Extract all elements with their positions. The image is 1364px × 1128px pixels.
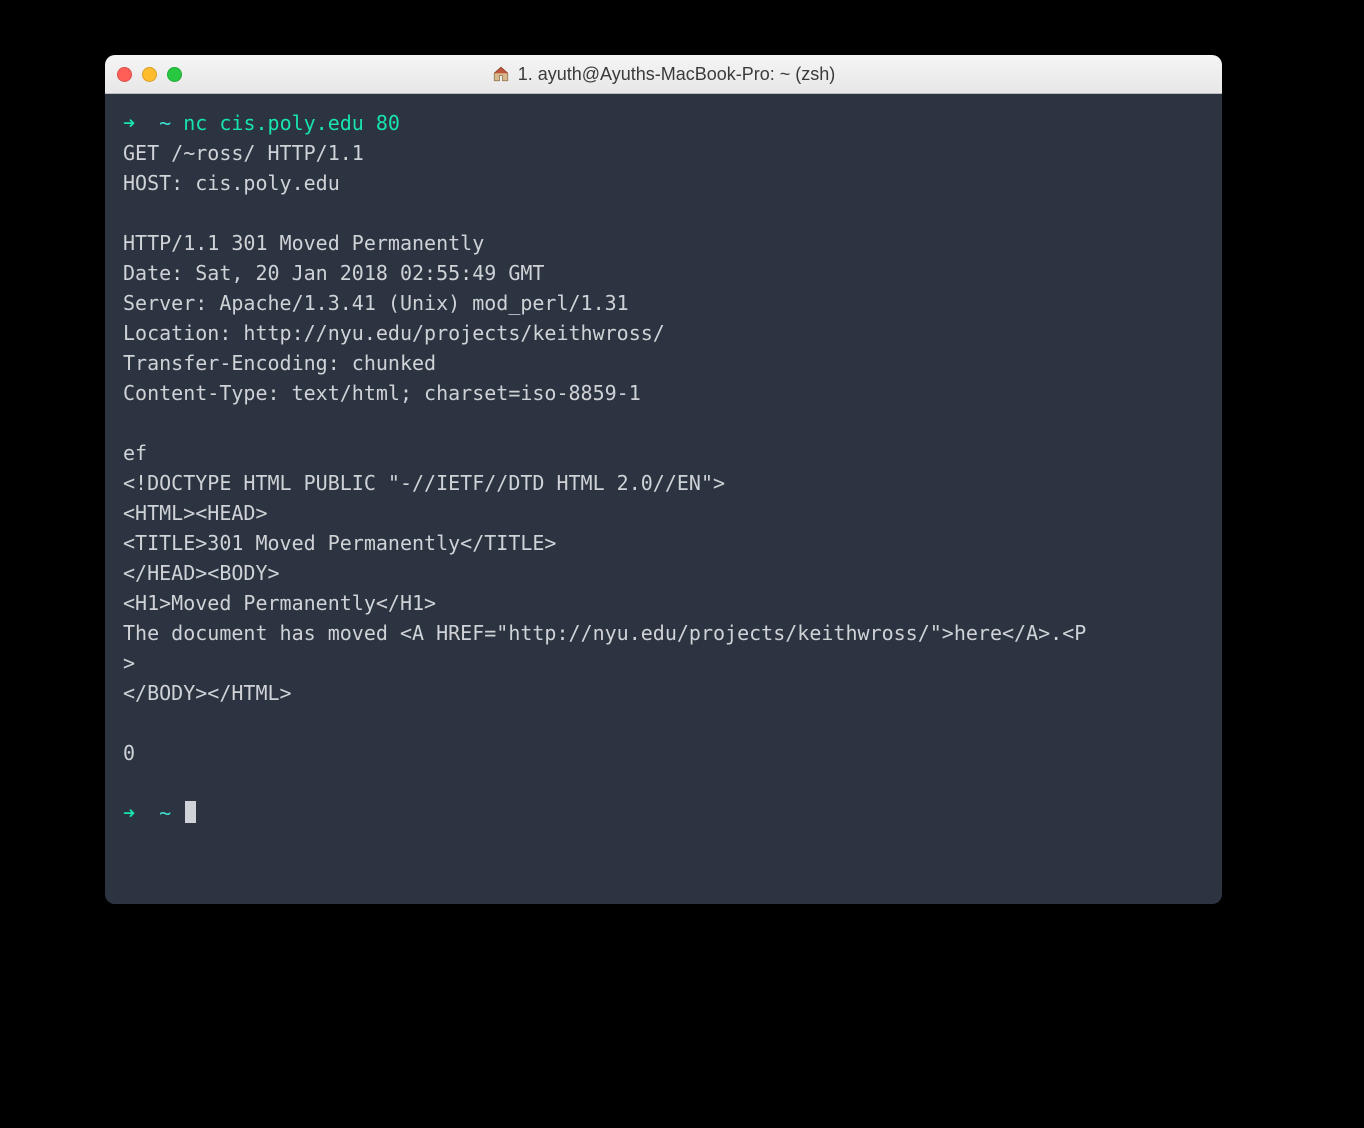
output-line: Server: Apache/1.3.41 (Unix) mod_perl/1.…	[123, 291, 629, 315]
terminal-content[interactable]: ➜ ~ nc cis.poly.edu 80 GET /~ross/ HTTP/…	[105, 94, 1222, 904]
output-line: ef	[123, 441, 147, 465]
close-button[interactable]	[117, 67, 132, 82]
home-icon	[492, 65, 510, 83]
output-line: <HTML><HEAD>	[123, 501, 268, 525]
zoom-button[interactable]	[167, 67, 182, 82]
output-line: HOST: cis.poly.edu	[123, 171, 340, 195]
output-line: </HEAD><BODY>	[123, 561, 280, 585]
output-line: The document has moved <A HREF="http://n…	[123, 621, 1086, 645]
output-line: HTTP/1.1 301 Moved Permanently	[123, 231, 484, 255]
output-line: 0	[123, 741, 135, 765]
prompt-path: ~	[159, 801, 171, 825]
output-line: Content-Type: text/html; charset=iso-885…	[123, 381, 641, 405]
output-line: >	[123, 651, 135, 675]
terminal-window: 1. ayuth@Ayuths-MacBook-Pro: ~ (zsh) ➜ ~…	[105, 55, 1222, 904]
output-line: </BODY></HTML>	[123, 681, 292, 705]
prompt-path: ~	[159, 111, 171, 135]
prompt-arrow: ➜	[123, 801, 135, 825]
output-line: GET /~ross/ HTTP/1.1	[123, 141, 364, 165]
prompt-arrow: ➜	[123, 111, 135, 135]
output-line: Location: http://nyu.edu/projects/keithw…	[123, 321, 665, 345]
command-text: nc cis.poly.edu 80	[183, 111, 400, 135]
output-line: <H1>Moved Permanently</H1>	[123, 591, 436, 615]
output-line: <TITLE>301 Moved Permanently</TITLE>	[123, 531, 556, 555]
output-line: <!DOCTYPE HTML PUBLIC "-//IETF//DTD HTML…	[123, 471, 725, 495]
window-titlebar: 1. ayuth@Ayuths-MacBook-Pro: ~ (zsh)	[105, 55, 1222, 94]
window-title: 1. ayuth@Ayuths-MacBook-Pro: ~ (zsh)	[518, 64, 836, 85]
cursor	[185, 801, 196, 823]
output-line: Transfer-Encoding: chunked	[123, 351, 436, 375]
minimize-button[interactable]	[142, 67, 157, 82]
output-line: Date: Sat, 20 Jan 2018 02:55:49 GMT	[123, 261, 544, 285]
traffic-lights	[117, 67, 182, 82]
